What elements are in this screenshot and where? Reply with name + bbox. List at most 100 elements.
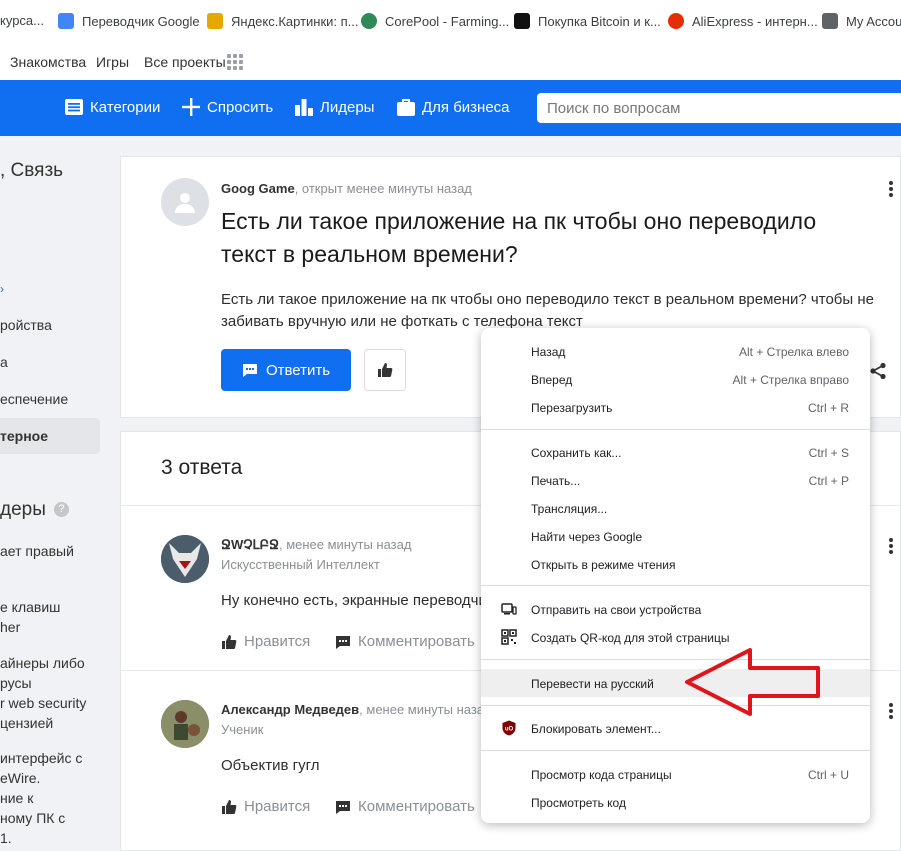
svg-text:uO: uO — [505, 727, 514, 733]
menu-item-block-element[interactable]: uO Блокировать элемент... — [481, 714, 870, 742]
comment-button[interactable]: Комментировать — [335, 633, 475, 650]
leader-text[interactable]: 1. — [0, 830, 12, 846]
menu-item-reload[interactable]: Перезагрузить Ctrl + R — [481, 393, 870, 421]
nav-business[interactable]: Для бизнеса — [396, 97, 510, 117]
leader-text[interactable]: ному ПК с — [0, 810, 65, 826]
bookmark-item[interactable]: Яндекс.Картинки: п... — [207, 13, 359, 29]
question-author[interactable]: Goog Game — [221, 181, 295, 196]
nav-dating-link[interactable]: Знакомства — [10, 54, 86, 70]
leader-text[interactable]: цензией — [0, 715, 53, 731]
menu-item-print[interactable]: Печать... Ctrl + P — [481, 466, 870, 494]
leader-text[interactable]: ает правый — [0, 543, 74, 559]
more-options-icon[interactable] — [889, 181, 893, 199]
nav-label: Лидеры — [320, 98, 375, 116]
comment-icon — [336, 635, 350, 649]
bookmark-item[interactable]: Переводчик Google — [58, 13, 200, 29]
answers-count-title: 3 ответа — [161, 456, 243, 479]
leader-text[interactable]: her — [0, 619, 20, 635]
leader-text[interactable]: ние к — [0, 790, 33, 806]
more-options-icon[interactable] — [889, 538, 893, 556]
menu-item-view-source[interactable]: Просмотр кода страницы Ctrl + U — [481, 760, 870, 788]
avatar[interactable] — [161, 178, 209, 226]
menu-separator — [481, 429, 870, 430]
like-label: Нравится — [244, 798, 311, 815]
comment-label: Комментировать — [358, 798, 475, 815]
more-options-icon[interactable] — [889, 703, 893, 721]
leader-text[interactable]: русы — [0, 675, 32, 691]
leader-text[interactable]: е клавиш — [0, 599, 60, 615]
comment-label: Комментировать — [358, 633, 475, 650]
bookmark-item[interactable]: My Accou — [822, 13, 901, 29]
sidebar-item[interactable]: а — [0, 354, 8, 370]
question-text: Есть ли такое приложение на пк чтобы оно… — [221, 291, 874, 330]
corepool-icon — [361, 13, 377, 29]
user-icon — [175, 193, 195, 213]
like-button[interactable] — [364, 349, 406, 391]
leader-text[interactable]: интерфейс с — [0, 750, 82, 766]
bookmark-label: Покупка Bitcoin и к... — [538, 13, 661, 29]
leaders-title: деры? — [0, 499, 69, 521]
apps-grid-icon[interactable] — [227, 54, 243, 70]
nav-ask[interactable]: Спросить — [181, 97, 273, 117]
answer-author-role: Ученик — [221, 722, 264, 737]
nav-label: Спросить — [207, 98, 274, 116]
leader-text[interactable]: r web security — [0, 695, 86, 711]
yandex-images-icon — [207, 13, 223, 29]
avatar[interactable] — [161, 535, 209, 583]
question-title: Есть ли такое приложение на пк чтобы оно… — [221, 208, 817, 267]
bookmarks-bar: курса... Переводчик Google Яндекс.Картин… — [0, 0, 901, 45]
sidebar-item-active[interactable]: терное — [0, 428, 48, 444]
answer-text: Объектив гугл — [221, 757, 320, 774]
answer-button[interactable]: Ответить — [221, 349, 351, 391]
menu-item-back[interactable]: Назад Alt + Стрелка влево — [481, 337, 870, 365]
answer-text: Ну конечно есть, экранные переводчи — [221, 592, 487, 609]
bookmark-item[interactable]: Покупка Bitcoin и к... — [514, 13, 661, 29]
bookmark-item[interactable]: курса... — [0, 13, 44, 28]
bookmark-item[interactable]: AliExpress - интерн... — [668, 13, 818, 29]
nav-categories[interactable]: Категории — [64, 97, 160, 117]
nav-games-link[interactable]: Игры — [96, 54, 129, 70]
sidebar: , Связь › ройства а еспечение терное дер… — [0, 136, 110, 851]
menu-item-search-google[interactable]: Найти через Google — [481, 522, 870, 550]
aliexpress-icon — [668, 13, 684, 29]
nav-label: Категории — [90, 98, 161, 116]
menu-item-forward[interactable]: Вперед Alt + Стрелка вправо — [481, 365, 870, 393]
comment-icon — [242, 364, 257, 377]
ublock-icon: uO — [502, 720, 516, 736]
bookmark-label: CorePool - Farming... — [385, 13, 510, 29]
context-menu: Назад Alt + Стрелка влево Вперед Alt + Стр… — [481, 328, 870, 823]
devices-icon — [501, 603, 517, 615]
menu-item-save-as[interactable]: Сохранить как... Ctrl + S — [481, 438, 870, 466]
nav-all-projects-link[interactable]: Все проекты — [144, 54, 226, 70]
search-input[interactable] — [537, 93, 901, 123]
bookmark-label: My Accou — [846, 13, 901, 29]
sidebar-item[interactable]: еспечение — [0, 391, 68, 407]
comment-icon — [336, 800, 350, 814]
help-icon[interactable]: ? — [53, 502, 69, 518]
nav-label: Для бизнеса — [422, 98, 510, 116]
apps-grid-icon — [822, 13, 838, 29]
menu-separator — [481, 585, 870, 586]
qr-code-icon — [501, 629, 517, 645]
like-label: Нравится — [244, 633, 311, 650]
menu-separator — [481, 750, 870, 751]
menu-item-reading-mode[interactable]: Открыть в режиме чтения — [481, 550, 870, 578]
leader-text[interactable]: айнеры либо — [0, 655, 85, 671]
leader-text[interactable]: eWire. — [0, 770, 40, 786]
sidebar-item[interactable]: ройства — [0, 317, 52, 333]
share-icon[interactable] — [869, 362, 887, 385]
menu-item-inspect[interactable]: Просмотреть код — [481, 788, 870, 816]
avatar[interactable] — [161, 700, 209, 748]
menu-item-send-to-devices[interactable]: Отправить на свои устройства — [481, 595, 870, 623]
like-answer-button[interactable]: Нравится — [221, 633, 310, 650]
question-time: , открыт менее минуты назад — [294, 181, 472, 196]
comment-button[interactable]: Комментировать — [335, 798, 475, 815]
google-translate-icon — [58, 13, 74, 29]
bookmark-item[interactable]: CorePool - Farming... — [361, 13, 509, 29]
question-meta: Goog Game, открыт менее минуты назад — [221, 180, 472, 198]
thumbs-up-icon — [222, 634, 237, 649]
nav-leaders[interactable]: Лидеры — [294, 97, 374, 117]
like-answer-button[interactable]: Нравится — [221, 798, 310, 815]
menu-item-cast[interactable]: Трансляция... — [481, 494, 870, 522]
bar-chart-icon — [295, 99, 313, 116]
